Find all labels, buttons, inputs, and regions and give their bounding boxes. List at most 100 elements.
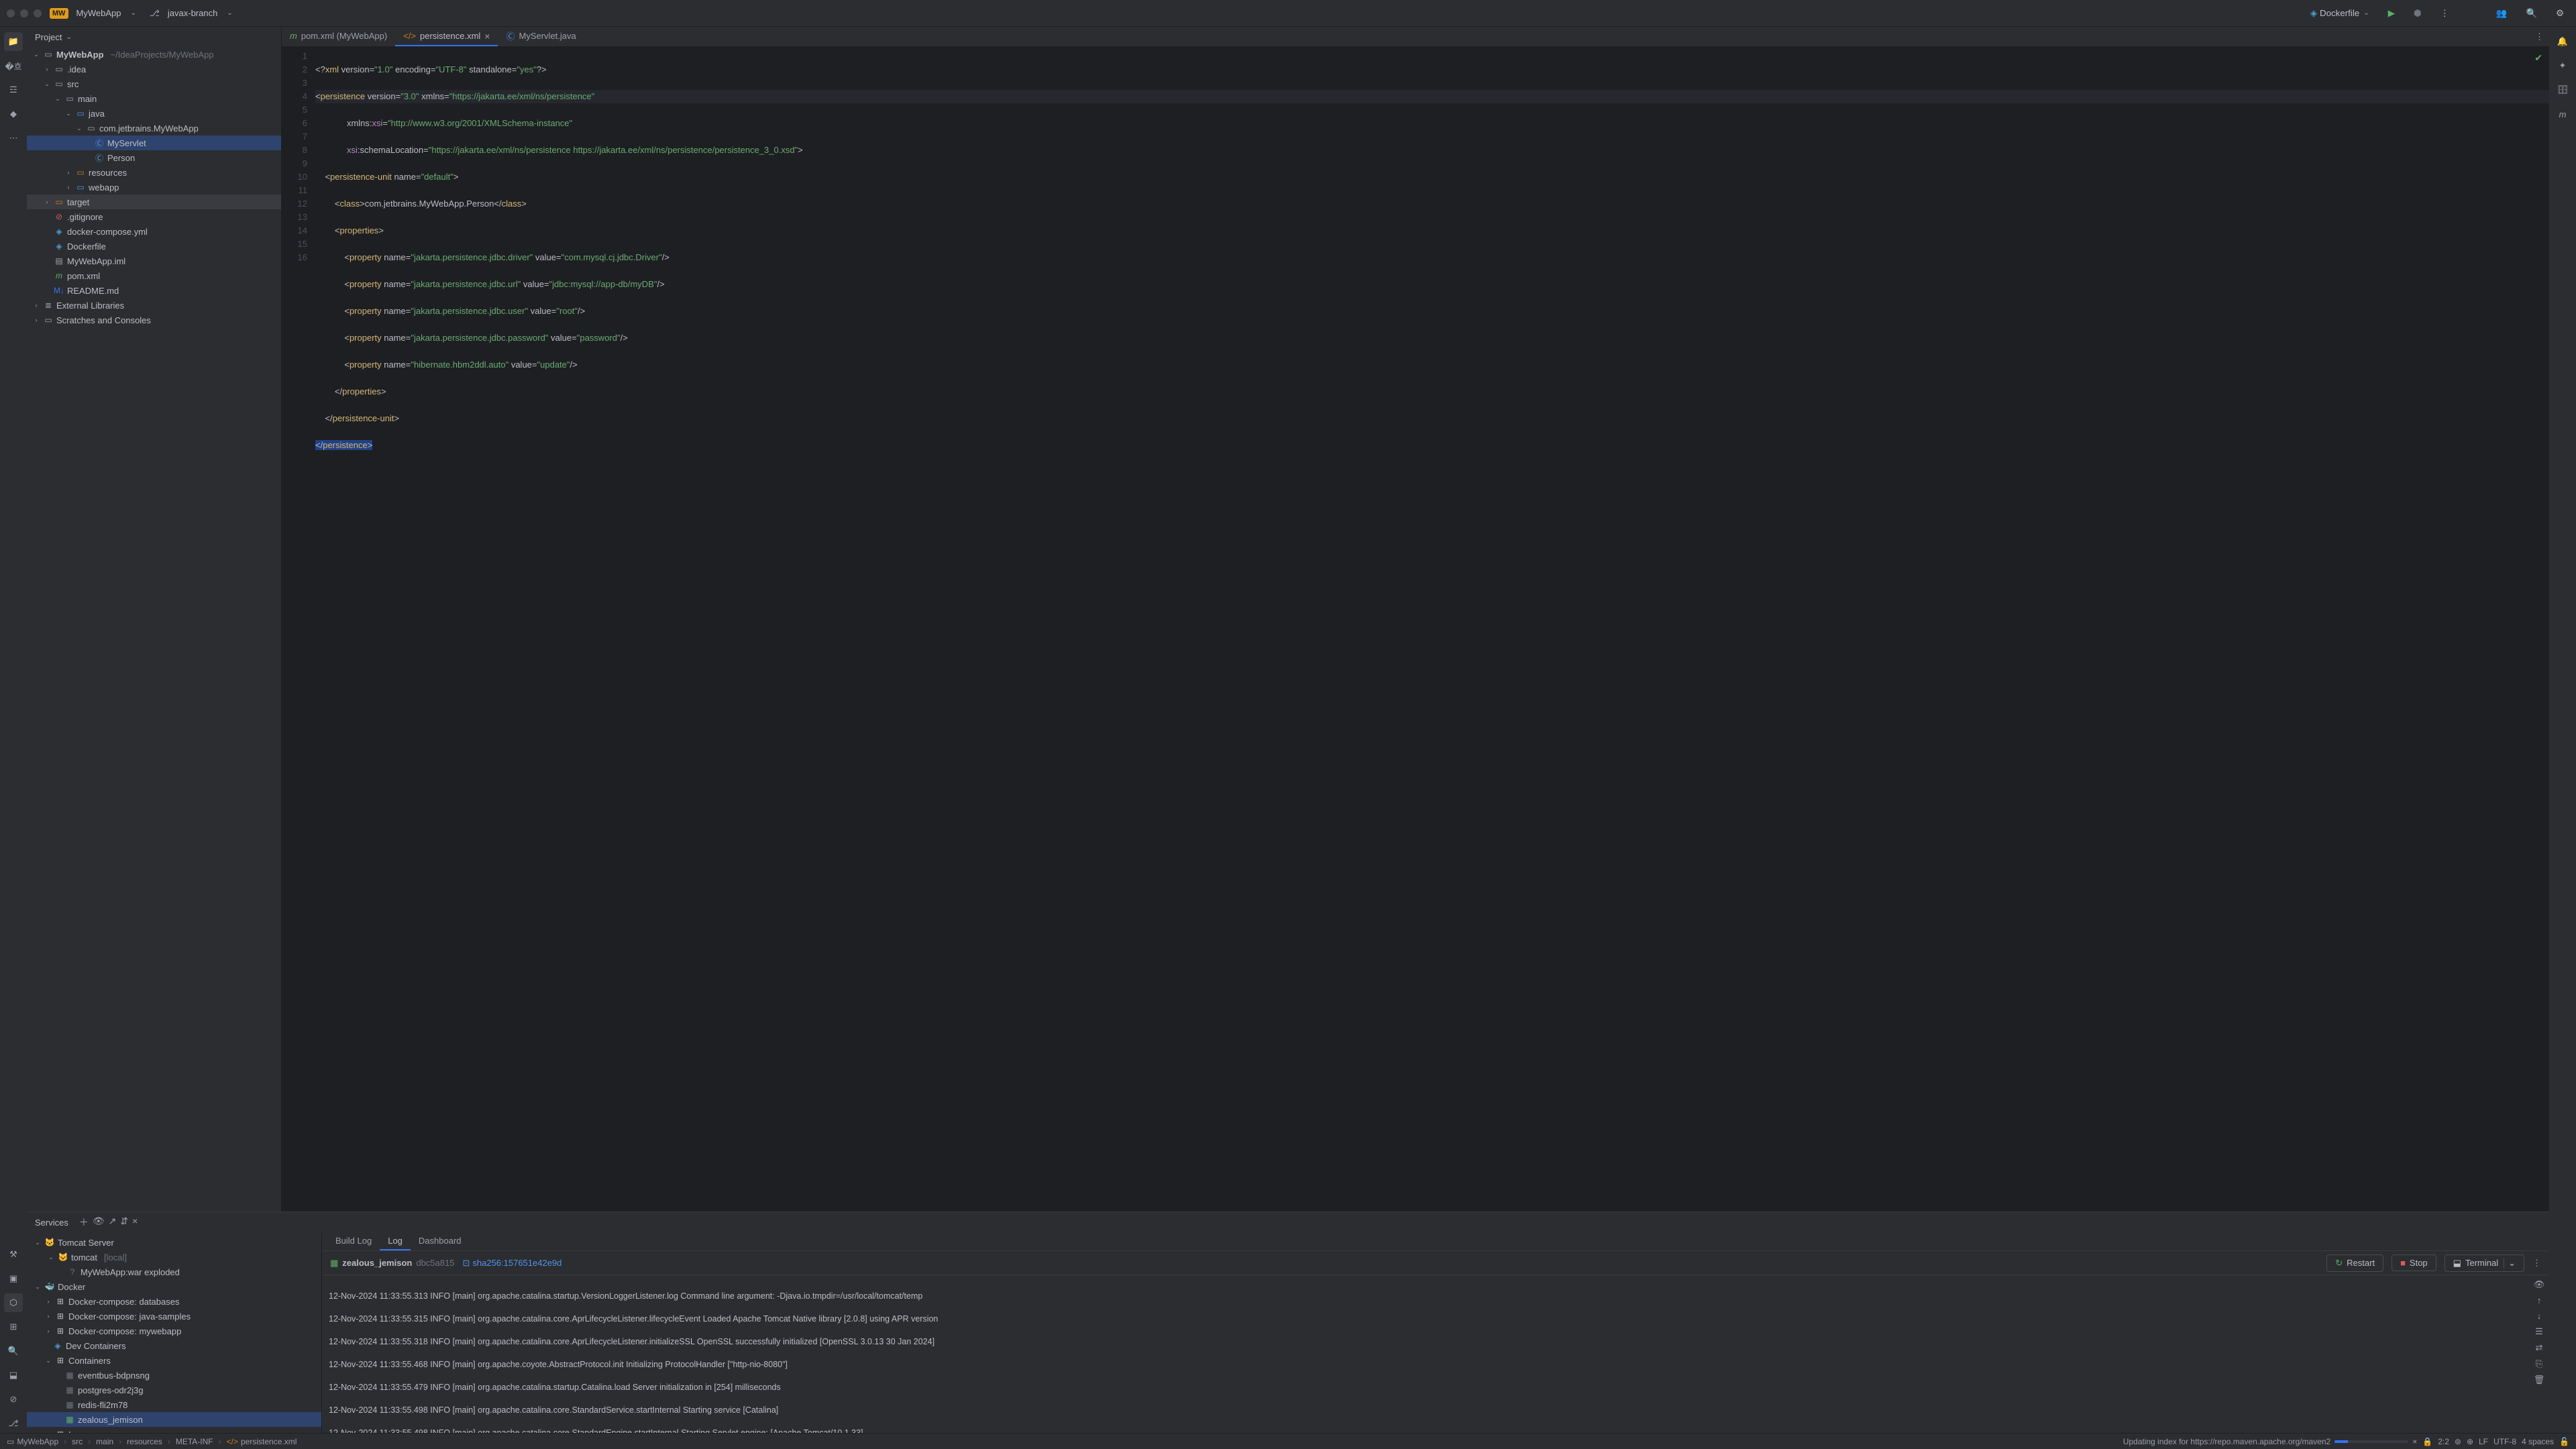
vcs-tool-button[interactable]: ⎇ [4, 1414, 23, 1433]
image-sha-link[interactable]: ⊡ sha256:157651e42e9d [462, 1258, 561, 1269]
project-tool-button[interactable]: 📁 [4, 32, 23, 51]
services-node-images[interactable]: ›⊞Images [27, 1427, 321, 1433]
build-tool-button[interactable]: ⚒ [4, 1245, 23, 1264]
maximize-window[interactable] [34, 9, 42, 17]
tree-item-main[interactable]: ⌄▭main [27, 91, 281, 106]
tree-item-gitignore[interactable]: ⊘.gitignore [27, 209, 281, 224]
editor-tab-myservlet[interactable]: ⒸMyServlet.java [498, 27, 584, 46]
project-tree[interactable]: ⌄▭MyWebApp~/IdeaProjects/MyWebApp ›▭.ide… [27, 47, 281, 1212]
tree-item-target[interactable]: ›▭target [27, 195, 281, 209]
tree-item-resources[interactable]: ›▭resources [27, 165, 281, 180]
database-tool-button[interactable]: ⊞ [4, 1318, 23, 1336]
tree-item-docker-compose[interactable]: ◈docker-compose.yml [27, 224, 281, 239]
find-tool-button[interactable]: 🔍 [4, 1342, 23, 1360]
gutter[interactable]: 1 2 3 4 5 6 7 8 9 10 11 12 13 [282, 47, 315, 1212]
vcs-branch-icon[interactable]: ⎇ [150, 8, 160, 19]
settings-button[interactable]: ⚙ [2551, 5, 2569, 21]
tree-item-idea[interactable]: ›▭.idea [27, 62, 281, 76]
services-tool-button[interactable]: ⬡ [4, 1293, 23, 1312]
run-config-selector[interactable]: ◈ Dockerfile ⌄ [2305, 5, 2375, 21]
ai-tool-button[interactable]: ✦ [2553, 56, 2572, 75]
clear-icon[interactable]: 🗑 [2534, 1375, 2545, 1385]
run-button[interactable]: ▶ [2383, 5, 2400, 21]
more-actions-button[interactable]: ⋮ [2435, 5, 2455, 21]
breadcrumb[interactable]: src [72, 1437, 83, 1446]
breadcrumb[interactable]: </> persistence.xml [227, 1437, 297, 1446]
background-task[interactable]: Updating index for https://repo.maven.ap… [2123, 1437, 2418, 1446]
bookmarks-tool-button[interactable]: ◆ [4, 105, 23, 123]
code-content[interactable]: <?xml version="1.0" encoding="UTF-8" sta… [315, 47, 2549, 1212]
editor-tab-pom[interactable]: mpom.xml (MyWebApp) [282, 27, 395, 46]
services-node-containers[interactable]: ⌄⊞Containers [27, 1353, 321, 1368]
readonly-icon[interactable]: 🔓 [2559, 1437, 2569, 1446]
breadcrumb[interactable]: resources [127, 1437, 162, 1446]
terminal-tool-button[interactable]: ⬓ [4, 1366, 23, 1385]
show-options-icon[interactable]: 👁 [93, 1216, 105, 1229]
services-node-dc-databases[interactable]: ›⊞Docker-compose: databases [27, 1294, 321, 1309]
branch-dropdown-icon[interactable]: ⌄ [227, 9, 232, 17]
project-panel-header[interactable]: Project ⌄ [27, 27, 281, 47]
readonly-icon[interactable]: ⊕ [2467, 1437, 2473, 1446]
cancel-task-icon[interactable]: × [2412, 1437, 2417, 1446]
collapse-all-icon[interactable]: ⇵ [120, 1216, 128, 1229]
copy-icon[interactable]: ⎘ [2536, 1358, 2542, 1369]
subtab-build-log[interactable]: Build Log [327, 1232, 380, 1250]
breadcrumb[interactable]: main [96, 1437, 113, 1446]
scroll-down-icon[interactable]: ↓ [2537, 1311, 2542, 1321]
scroll-to-end-icon[interactable]: 👁 [2534, 1279, 2545, 1290]
project-view-dropdown-icon[interactable]: ⌄ [66, 34, 71, 41]
indent-setting[interactable]: 4 spaces [2522, 1437, 2554, 1446]
services-node-dc-mywebapp[interactable]: ›⊞Docker-compose: mywebapp [27, 1324, 321, 1338]
subtab-log[interactable]: Log [380, 1232, 411, 1250]
line-separator-icon[interactable]: ⊚ [2455, 1437, 2461, 1446]
log-content[interactable]: 12-Nov-2024 11:33:55.313 INFO [main] org… [322, 1275, 2529, 1433]
tree-item-dockerfile[interactable]: ◈Dockerfile [27, 239, 281, 254]
editor-body[interactable]: ✔ 1 2 3 4 5 6 7 8 9 10 11 [282, 47, 2549, 1212]
code-with-me-button[interactable]: 👥 [2491, 5, 2513, 21]
tree-item-iml[interactable]: ▤MyWebApp.iml [27, 254, 281, 268]
services-node-container[interactable]: ▦eventbus-bdpnsng [27, 1368, 321, 1383]
notifications-tool-button[interactable]: 🔔 [2553, 32, 2572, 51]
services-node-tomcat-local[interactable]: ⌄🐱tomcat[local] [27, 1250, 321, 1265]
services-node-container[interactable]: ▦redis-fli2m78 [27, 1397, 321, 1412]
services-node-docker[interactable]: ⌄🐳Docker [27, 1279, 321, 1294]
services-node-dc-java[interactable]: ›⊞Docker-compose: java-samples [27, 1309, 321, 1324]
tree-item-java[interactable]: ⌄▭java [27, 106, 281, 121]
services-node-tomcat-server[interactable]: ⌄🐱Tomcat Server [27, 1235, 321, 1250]
services-node-dev-containers[interactable]: ◈Dev Containers [27, 1338, 321, 1353]
log-more-actions[interactable]: ⋮ [2532, 1258, 2541, 1269]
scroll-up-icon[interactable]: ↑ [2537, 1295, 2542, 1305]
soft-wrap-icon[interactable]: ☰ [2535, 1326, 2543, 1337]
breadcrumb[interactable]: META-INF [176, 1437, 213, 1446]
tree-item-webapp[interactable]: ›▭webapp [27, 180, 281, 195]
project-dropdown-icon[interactable]: ⌄ [131, 9, 136, 17]
editor-tabs-menu[interactable]: ⋮ [2530, 27, 2549, 46]
tree-root[interactable]: ⌄▭MyWebApp~/IdeaProjects/MyWebApp [27, 47, 281, 62]
tree-item-ext-libs[interactable]: ›≣External Libraries [27, 298, 281, 313]
tree-item-scratches[interactable]: ›▭Scratches and Consoles [27, 313, 281, 327]
add-service-icon[interactable]: ＋ [79, 1216, 89, 1229]
tree-item-package[interactable]: ⌄▭com.jetbrains.MyWebApp [27, 121, 281, 136]
filter-icon[interactable]: ⇄ [2536, 1342, 2543, 1353]
services-tree[interactable]: ⌄🐱Tomcat Server ⌄🐱tomcat[local] ?MyWebAp… [27, 1232, 322, 1433]
services-node-war[interactable]: ?MyWebApp:war exploded [27, 1265, 321, 1279]
close-window[interactable] [7, 9, 15, 17]
editor-tab-persistence[interactable]: </>persistence.xml× [395, 27, 498, 46]
cursor-position[interactable]: 2:2 [2438, 1437, 2449, 1446]
search-everywhere-button[interactable]: 🔍 [2520, 5, 2542, 21]
open-external-icon[interactable]: ↗ [109, 1216, 117, 1229]
line-separator[interactable]: LF [2479, 1437, 2488, 1446]
restart-button[interactable]: ↻Restart [2326, 1254, 2383, 1272]
more-tools-button[interactable]: ⋯ [4, 129, 23, 148]
tree-item-person[interactable]: ⒸPerson [27, 150, 281, 165]
database-tool-button[interactable]: 🗄 [2553, 80, 2572, 99]
minimize-window[interactable] [20, 9, 28, 17]
maven-tool-button[interactable]: m [2553, 105, 2572, 123]
services-node-container[interactable]: ▦postgres-odr2j3g [27, 1383, 321, 1397]
terminal-button[interactable]: ⬓Terminal⌄ [2445, 1254, 2524, 1272]
tree-item-readme[interactable]: M↓README.md [27, 283, 281, 298]
project-name[interactable]: MyWebApp [76, 8, 121, 18]
subtab-dashboard[interactable]: Dashboard [411, 1232, 470, 1250]
tree-item-src[interactable]: ⌄▭src [27, 76, 281, 91]
stop-button[interactable]: ■Stop [2392, 1254, 2436, 1271]
